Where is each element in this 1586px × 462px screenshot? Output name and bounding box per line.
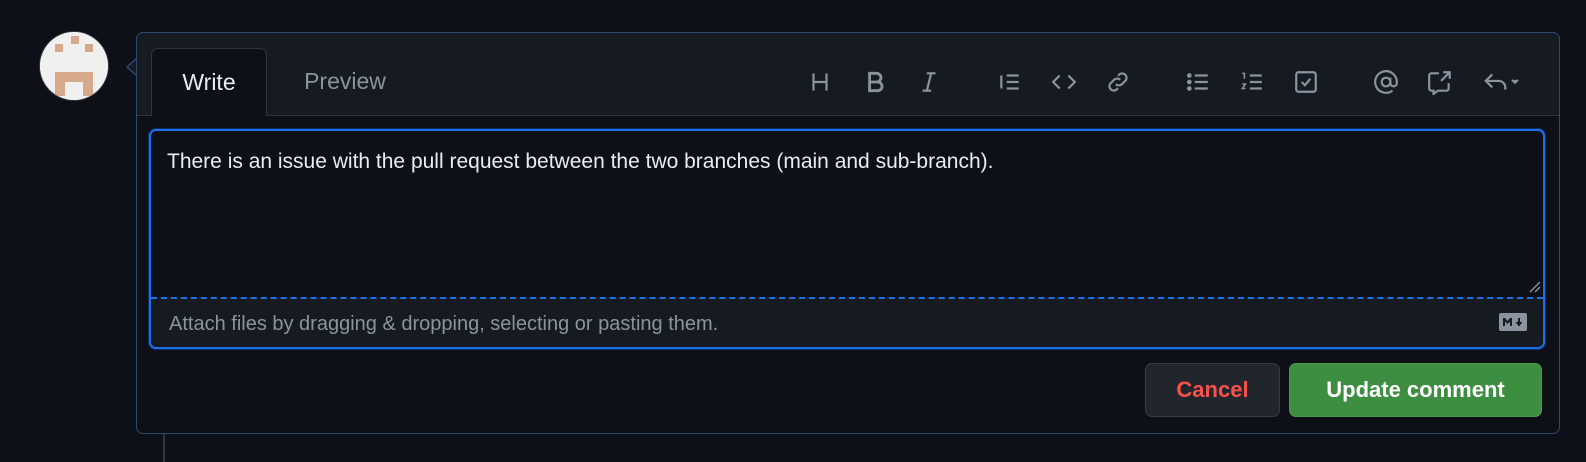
comment-caret <box>126 58 137 76</box>
unordered-list-icon[interactable] <box>1179 63 1217 101</box>
code-icon[interactable] <box>1045 63 1083 101</box>
link-icon[interactable] <box>1099 63 1137 101</box>
timeline-line <box>163 432 165 462</box>
attach-files-zone[interactable]: Attach files by dragging & dropping, sel… <box>151 297 1543 347</box>
update-comment-button[interactable]: Update comment <box>1289 363 1542 417</box>
markdown-icon[interactable] <box>1499 313 1527 331</box>
task-list-icon[interactable] <box>1287 63 1325 101</box>
comment-textarea[interactable]: There is an issue with the pull request … <box>151 131 1543 297</box>
italic-icon[interactable] <box>910 63 948 101</box>
editor-header: Write Preview <box>137 33 1559 116</box>
bold-icon[interactable] <box>856 63 894 101</box>
cancel-button[interactable]: Cancel <box>1145 363 1280 417</box>
comment-textarea-wrapper: There is an issue with the pull request … <box>149 129 1545 349</box>
quote-icon[interactable] <box>991 63 1029 101</box>
ordered-list-icon[interactable] <box>1233 63 1271 101</box>
saved-replies-icon[interactable] <box>1475 63 1529 101</box>
mention-icon[interactable] <box>1367 63 1405 101</box>
heading-icon[interactable] <box>801 63 839 101</box>
resize-handle-icon[interactable] <box>1527 279 1541 293</box>
tab-write[interactable]: Write <box>151 48 267 116</box>
avatar[interactable] <box>40 32 108 100</box>
cross-reference-icon[interactable] <box>1421 63 1459 101</box>
comment-editor: Write Preview There is an issue with the… <box>136 32 1560 434</box>
tab-preview[interactable]: Preview <box>289 48 401 115</box>
attach-files-hint: Attach files by dragging & dropping, sel… <box>169 313 719 335</box>
